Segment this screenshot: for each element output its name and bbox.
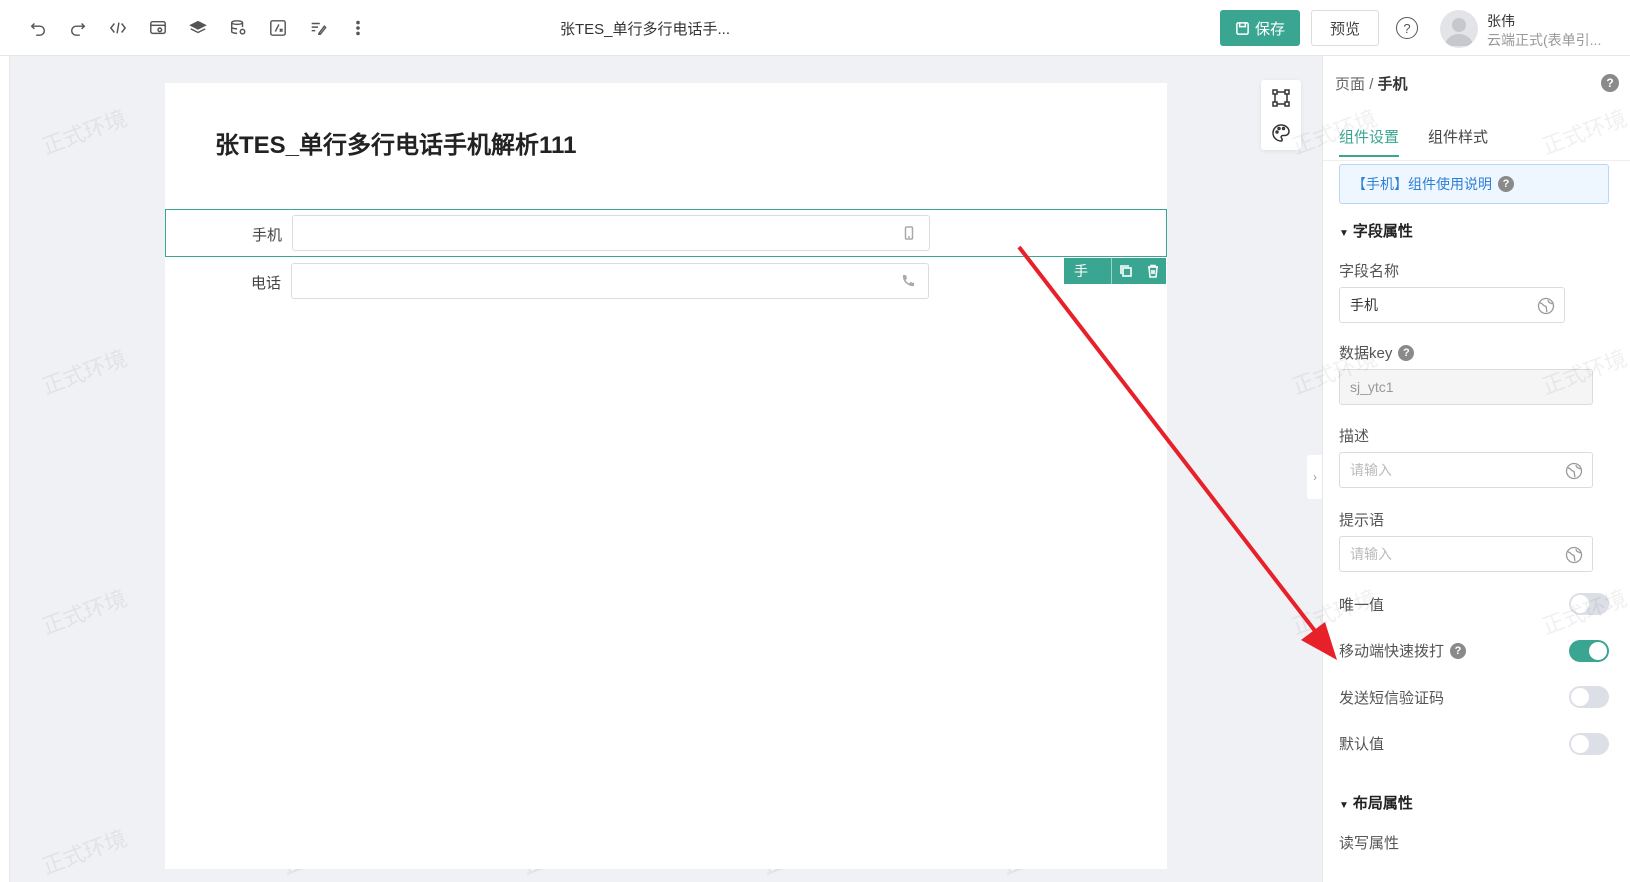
globe-icon[interactable]	[1565, 462, 1583, 480]
code-icon[interactable]	[98, 14, 138, 42]
unique-value-toggle[interactable]	[1569, 593, 1609, 615]
redo-icon[interactable]	[58, 14, 98, 42]
hint-placeholder: 请输入	[1350, 546, 1392, 562]
layers-icon[interactable]	[178, 14, 218, 42]
default-value-toggle[interactable]	[1569, 733, 1609, 755]
unique-value-label: 唯一值	[1339, 597, 1385, 614]
field-label: 电话	[250, 275, 281, 292]
watermark: 正式环境	[38, 105, 131, 160]
sms-verify-label: 发送短信验证码	[1339, 690, 1445, 707]
question-icon: ?	[1498, 176, 1514, 192]
save-button[interactable]: 保存	[1220, 10, 1300, 46]
preview-data-icon[interactable]	[138, 14, 178, 42]
description-input[interactable]: 请输入	[1339, 452, 1593, 488]
top-toolbar: 张TES_单行多行电话手... 保存 预览 ? 张伟 云端正式(表单引...	[0, 0, 1630, 56]
form-field-mobile[interactable]: 手机 手机	[165, 209, 1167, 305]
section-layout-properties[interactable]: ▼ 布局属性	[1339, 792, 1413, 813]
save-icon	[1236, 21, 1249, 35]
collapse-panel-button[interactable]: ›	[1307, 455, 1323, 499]
floating-tools	[1261, 80, 1301, 150]
save-label: 保存	[1254, 20, 1285, 38]
watermark: 正式环境	[38, 825, 131, 880]
phone-input[interactable]	[291, 263, 929, 299]
data-key-label: 数据key	[1339, 345, 1393, 362]
help-icon[interactable]: ?	[1396, 17, 1418, 39]
undo-icon[interactable]	[18, 14, 58, 42]
bounding-box-icon[interactable]	[1261, 80, 1301, 115]
breadcrumb-root[interactable]: 页面	[1335, 76, 1365, 93]
quick-dial-label-row: 移动端快速拨打 ?	[1339, 640, 1467, 661]
form-title: 张TES_单行多行电话手机解析111	[215, 132, 577, 159]
formula-icon[interactable]	[258, 14, 298, 42]
preview-button[interactable]: 预览	[1311, 10, 1379, 46]
breadcrumb-separator: /	[1369, 76, 1374, 93]
caret-down-icon: ▼	[1339, 228, 1349, 239]
user-org: 云端正式(表单引...	[1487, 32, 1602, 48]
form-field-phone[interactable]: 电话	[165, 258, 1167, 306]
tab-component-settings[interactable]: 组件设置	[1339, 126, 1400, 157]
data-key-input: sj_ytc1	[1339, 369, 1593, 405]
panel-tabs: 组件设置 组件样式	[1323, 116, 1630, 161]
field-label: 手机	[251, 227, 282, 244]
field-name-input[interactable]: 手机	[1339, 287, 1565, 323]
description-label: 描述	[1339, 428, 1370, 445]
data-key-value: sj_ytc1	[1350, 379, 1394, 395]
question-icon[interactable]: ?	[1450, 642, 1467, 659]
database-icon[interactable]	[218, 14, 258, 42]
watermark: 正式环境	[38, 345, 131, 400]
section-field-properties[interactable]: ▼ 字段属性	[1339, 220, 1413, 241]
description-placeholder: 请输入	[1350, 462, 1392, 478]
form-canvas: 张TES_单行多行电话手机解析111 手机 手机 电话	[165, 83, 1167, 869]
globe-icon[interactable]	[1565, 546, 1583, 564]
more-icon[interactable]	[338, 14, 378, 42]
default-value-label: 默认值	[1339, 736, 1385, 753]
sms-verify-toggle[interactable]	[1569, 686, 1609, 708]
question-icon[interactable]: ?	[1398, 344, 1415, 361]
globe-icon[interactable]	[1537, 297, 1555, 315]
watermark: 正式环境	[38, 585, 131, 640]
section-field-title: 字段属性	[1352, 223, 1413, 240]
avatar[interactable]	[1440, 10, 1478, 48]
usage-note-link[interactable]: 【手机】组件使用说明 ?	[1339, 164, 1609, 204]
left-sidebar-strip	[0, 56, 10, 882]
tab-component-style[interactable]: 组件样式	[1428, 126, 1488, 155]
hint-input[interactable]: 请输入	[1339, 536, 1593, 572]
field-name-value: 手机	[1350, 297, 1378, 313]
editor-toolbar-icons	[18, 14, 378, 42]
read-write-label: 读写属性	[1339, 835, 1400, 852]
usage-note-text: 【手机】组件使用说明	[1352, 176, 1492, 192]
question-icon[interactable]: ?	[1601, 74, 1619, 92]
section-layout-title: 布局属性	[1352, 795, 1413, 812]
caret-down-icon: ▼	[1339, 800, 1349, 811]
user-name: 张伟	[1487, 13, 1515, 29]
mobile-input[interactable]	[292, 215, 930, 251]
hint-label: 提示语	[1339, 512, 1385, 529]
mobile-icon	[901, 225, 917, 241]
quick-dial-label: 移动端快速拨打	[1339, 643, 1445, 660]
field-name-label: 字段名称	[1339, 263, 1400, 280]
breadcrumb: 页面 / 手机	[1335, 73, 1408, 94]
breadcrumb-current: 手机	[1377, 76, 1408, 93]
palette-icon[interactable]	[1261, 115, 1301, 150]
document-title: 张TES_单行多行电话手...	[560, 21, 731, 38]
data-key-label-row: 数据key ?	[1339, 342, 1415, 363]
properties-panel: 页面 / 手机 ? 组件设置 组件样式 【手机】组件使用说明 ? ▼ 字段属性 字…	[1322, 56, 1630, 882]
quick-dial-toggle[interactable]	[1569, 640, 1609, 662]
phone-icon	[900, 273, 916, 289]
form-edit-icon[interactable]	[298, 14, 338, 42]
